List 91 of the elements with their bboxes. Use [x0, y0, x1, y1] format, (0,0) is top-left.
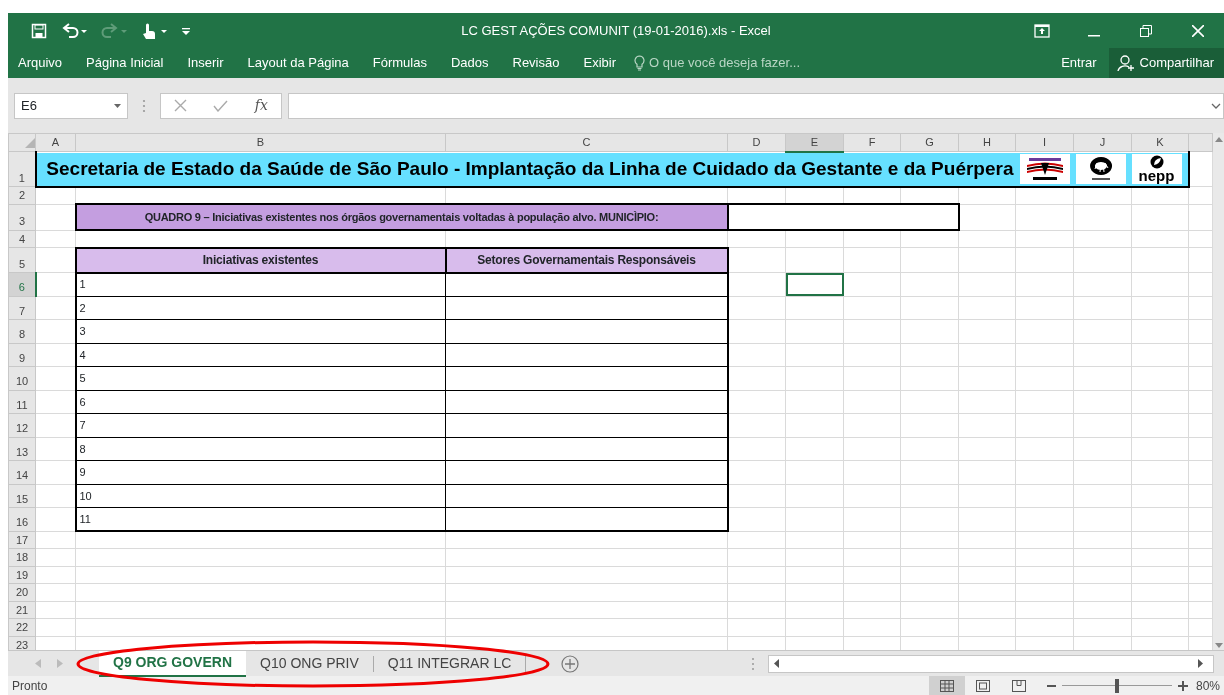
- column-header[interactable]: E: [785, 133, 844, 152]
- table-cell: 11: [75, 507, 446, 531]
- table-cell: 8: [75, 437, 446, 461]
- column-header[interactable]: A: [35, 133, 76, 152]
- logo-text: nepp: [1138, 169, 1175, 183]
- row-header[interactable]: 14: [8, 460, 36, 484]
- person-add-icon: [1116, 54, 1135, 72]
- table-cell: 9: [75, 460, 446, 484]
- zoom-level[interactable]: 80%: [1195, 676, 1220, 695]
- column-header[interactable]: F: [843, 133, 901, 152]
- column-header[interactable]: J: [1073, 133, 1132, 152]
- row-header[interactable]: 6: [8, 272, 36, 296]
- expand-icon[interactable]: [1211, 102, 1221, 109]
- formula-input[interactable]: [288, 92, 1224, 119]
- row-header[interactable]: 12: [8, 413, 36, 437]
- ribbon-tab[interactable]: Exibir: [571, 48, 628, 78]
- page-break-icon: [1011, 679, 1026, 692]
- row-header[interactable]: 9: [8, 343, 36, 367]
- close-icon[interactable]: [1192, 24, 1204, 37]
- table-cell: 7: [75, 413, 446, 437]
- ribbon-tab[interactable]: Fórmulas: [360, 48, 439, 78]
- column-header[interactable]: I: [1015, 133, 1074, 152]
- sheet-tab[interactable]: Q11 INTEGRAR LC: [373, 650, 526, 677]
- row-header[interactable]: 8: [8, 319, 36, 343]
- sheet-title: Secretaria de Estado da Saúde de São Paulo - Implantação da Linha de Cuidado da Gestante e da Puérpera: [46, 156, 1014, 181]
- window-title: LC GEST AÇÕES COMUNIT (19-01-2016).xls - Excel: [461, 21, 771, 40]
- lightbulb-icon: [634, 55, 645, 71]
- column-header[interactable]: B: [75, 133, 446, 152]
- ribbon-tab[interactable]: Inserir: [175, 48, 236, 78]
- table-cell: 10: [75, 484, 446, 508]
- column-header[interactable]: H: [958, 133, 1016, 152]
- sheet-tab[interactable]: Q9 ORG GOVERN: [99, 650, 247, 677]
- row-header[interactable]: 10: [8, 366, 36, 390]
- customize-icon[interactable]: [181, 25, 191, 36]
- status-text: Pronto: [12, 677, 48, 695]
- row-header[interactable]: 7: [8, 296, 36, 320]
- row-header[interactable]: 13: [8, 437, 36, 461]
- restore-icon[interactable]: [1140, 24, 1152, 37]
- column-header[interactable]: D: [727, 133, 786, 152]
- table-cell: 5: [75, 366, 446, 390]
- active-cell[interactable]: [785, 272, 844, 296]
- sheet-tab[interactable]: Q10 ONG PRIV: [246, 650, 373, 677]
- normal-view-icon: [939, 679, 954, 692]
- zoom-thumb[interactable]: [1114, 678, 1119, 693]
- normal-view-button[interactable]: [928, 676, 965, 695]
- scroll-down-icon[interactable]: [1214, 643, 1223, 648]
- name-box[interactable]: E6: [14, 92, 128, 119]
- municipality-cell[interactable]: [727, 204, 959, 230]
- column-heading: Setores Governamentais Responsáveis: [445, 247, 728, 273]
- scroll-right-icon[interactable]: [1198, 659, 1203, 668]
- dropdown-icon[interactable]: [114, 103, 121, 108]
- row-header[interactable]: 3: [8, 204, 36, 230]
- table-cell: 3: [75, 319, 446, 343]
- table-cell: 4: [75, 343, 446, 367]
- ribbon-tab[interactable]: Revisão: [500, 48, 572, 78]
- row-header[interactable]: 15: [8, 484, 36, 508]
- scroll-up-icon[interactable]: [1214, 137, 1223, 142]
- row-header[interactable]: 5: [8, 247, 36, 273]
- row-header[interactable]: 16: [8, 507, 36, 531]
- vertical-scrollbar[interactable]: [1213, 133, 1224, 650]
- ribbon-tab[interactable]: Arquivo: [8, 48, 75, 78]
- column-header[interactable]: G: [900, 133, 959, 152]
- column-header[interactable]: C: [445, 133, 728, 152]
- undo-icon[interactable]: [61, 22, 87, 39]
- cell-reference: E6: [21, 96, 37, 115]
- table-caption: QUADRO 9 – Iniciativas existentes nos órgãos governamentais voltadas à população alvo. MUNICÌPIO:: [75, 204, 728, 230]
- table-cell: 6: [75, 390, 446, 414]
- insert-function-button[interactable]: fx: [254, 95, 268, 116]
- check-icon[interactable]: [213, 99, 229, 112]
- horizontal-scrollbar[interactable]: [768, 654, 1214, 673]
- row-header[interactable]: 1: [8, 151, 36, 187]
- ribbon-tab[interactable]: Página Inicial: [74, 48, 176, 78]
- column-header[interactable]: K: [1131, 133, 1189, 152]
- touch-icon[interactable]: [141, 21, 167, 40]
- save-icon[interactable]: [31, 22, 47, 39]
- ribbon-tab[interactable]: Layout da Página: [235, 48, 361, 78]
- row-header[interactable]: 11: [8, 390, 36, 414]
- zoom-in-icon[interactable]: [1177, 680, 1188, 691]
- table-cell: 1: [75, 272, 446, 296]
- table-cell: 2: [75, 296, 446, 320]
- scroll-left-icon[interactable]: [774, 659, 780, 668]
- zoom-out-icon[interactable]: [1046, 684, 1056, 687]
- ribbon-tab[interactable]: Dados: [438, 48, 501, 78]
- drag-handle-icon: [142, 98, 146, 113]
- add-sheet-icon[interactable]: [561, 654, 580, 673]
- ribbon-display-icon[interactable]: [1034, 23, 1050, 38]
- page-layout-icon: [975, 679, 990, 692]
- share-button[interactable]: Compartilhar: [1108, 48, 1224, 78]
- sign-in-link[interactable]: Entrar: [1049, 48, 1109, 78]
- tell-me-field[interactable]: O que você deseja fazer...: [649, 53, 801, 73]
- column-heading: Iniciativas existentes: [75, 247, 446, 273]
